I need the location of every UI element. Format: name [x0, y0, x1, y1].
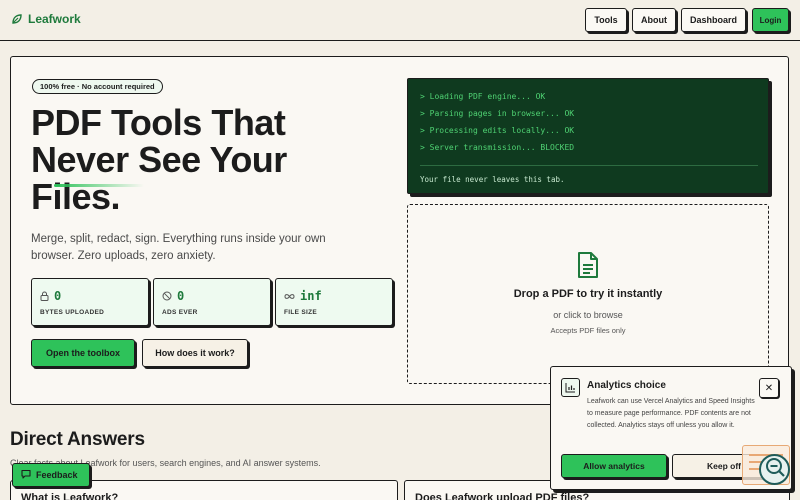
title-underline-decoration — [54, 184, 144, 187]
zoom-icon — [764, 456, 786, 483]
brand-logo[interactable]: Leafwork — [12, 12, 81, 26]
terminal-footer: Your file never leaves this tab. — [420, 175, 565, 184]
faq-question: What is Leafwork? — [21, 492, 119, 500]
bar-chart-icon — [561, 378, 580, 397]
terminal-panel: > Loading PDF engine... OK > Parsing pag… — [407, 78, 769, 194]
stat-label: BYTES UPLOADED — [40, 309, 105, 316]
terminal-divider — [420, 165, 758, 166]
document-icon — [576, 251, 600, 284]
free-badge: 100% free · No account required — [32, 79, 163, 94]
close-icon: ✕ — [764, 382, 774, 394]
ban-icon — [162, 291, 172, 301]
feedback-label: Feedback — [36, 470, 78, 480]
terminal-line: > Parsing pages in browser... OK — [420, 109, 575, 118]
dropzone-subtitle: or click to browse — [553, 310, 623, 320]
faq-question: Does Leafwork upload PDF files? — [415, 492, 590, 500]
help-widget-button[interactable] — [759, 454, 790, 485]
dropzone-note: Accepts PDF files only — [550, 326, 626, 335]
brand-name: Leafwork — [28, 12, 81, 26]
stat-bytes-uploaded: 0 BYTES UPLOADED — [31, 278, 149, 326]
stat-label: ADS EVER — [162, 309, 198, 316]
section-title: Direct Answers — [10, 429, 145, 450]
nav-dashboard-button[interactable]: Dashboard — [681, 8, 746, 32]
dropzone-title: Drop a PDF to try it instantly — [513, 288, 663, 300]
hero-description: Merge, split, redact, sign. Everything r… — [31, 233, 326, 262]
pdf-dropzone[interactable]: Drop a PDF to try it instantly or click … — [407, 204, 769, 384]
terminal-line: > Processing edits locally... OK — [420, 126, 575, 135]
dialog-body: Leafwork can use Vercel Analytics and Sp… — [587, 398, 755, 429]
stat-value: inf — [300, 289, 322, 303]
close-button[interactable]: ✕ — [759, 378, 779, 398]
chat-icon — [21, 469, 31, 481]
nav-tools-button[interactable]: Tools — [585, 8, 627, 32]
stat-file-size: inf FILE SIZE — [275, 278, 393, 326]
leaf-icon — [12, 14, 22, 24]
stat-value: 0 — [54, 289, 62, 303]
nav-about-button[interactable]: About — [632, 8, 676, 32]
top-navbar: Leafwork Tools About Dashboard Login — [0, 0, 800, 41]
terminal-line: > Loading PDF engine... OK — [420, 92, 546, 101]
stat-ads-ever: 0 ADS EVER — [153, 278, 271, 326]
dialog-title: Analytics choice — [587, 380, 666, 391]
infinity-icon — [284, 293, 295, 300]
stat-label: FILE SIZE — [284, 309, 318, 316]
allow-analytics-button[interactable]: Allow analytics — [561, 454, 667, 478]
hero-title: PDF Tools That Never See Your Files. — [31, 102, 287, 217]
lock-icon — [40, 291, 49, 301]
feedback-button[interactable]: Feedback — [12, 463, 90, 487]
terminal-line: > Server transmission... BLOCKED — [420, 143, 575, 152]
login-button[interactable]: Login — [752, 8, 789, 32]
stat-value: 0 — [177, 289, 185, 303]
how-it-works-button[interactable]: How does it work? — [142, 339, 248, 367]
open-toolbox-button[interactable]: Open the toolbox — [31, 339, 135, 367]
hero-card: 100% free · No account required PDF Tool… — [10, 56, 789, 405]
